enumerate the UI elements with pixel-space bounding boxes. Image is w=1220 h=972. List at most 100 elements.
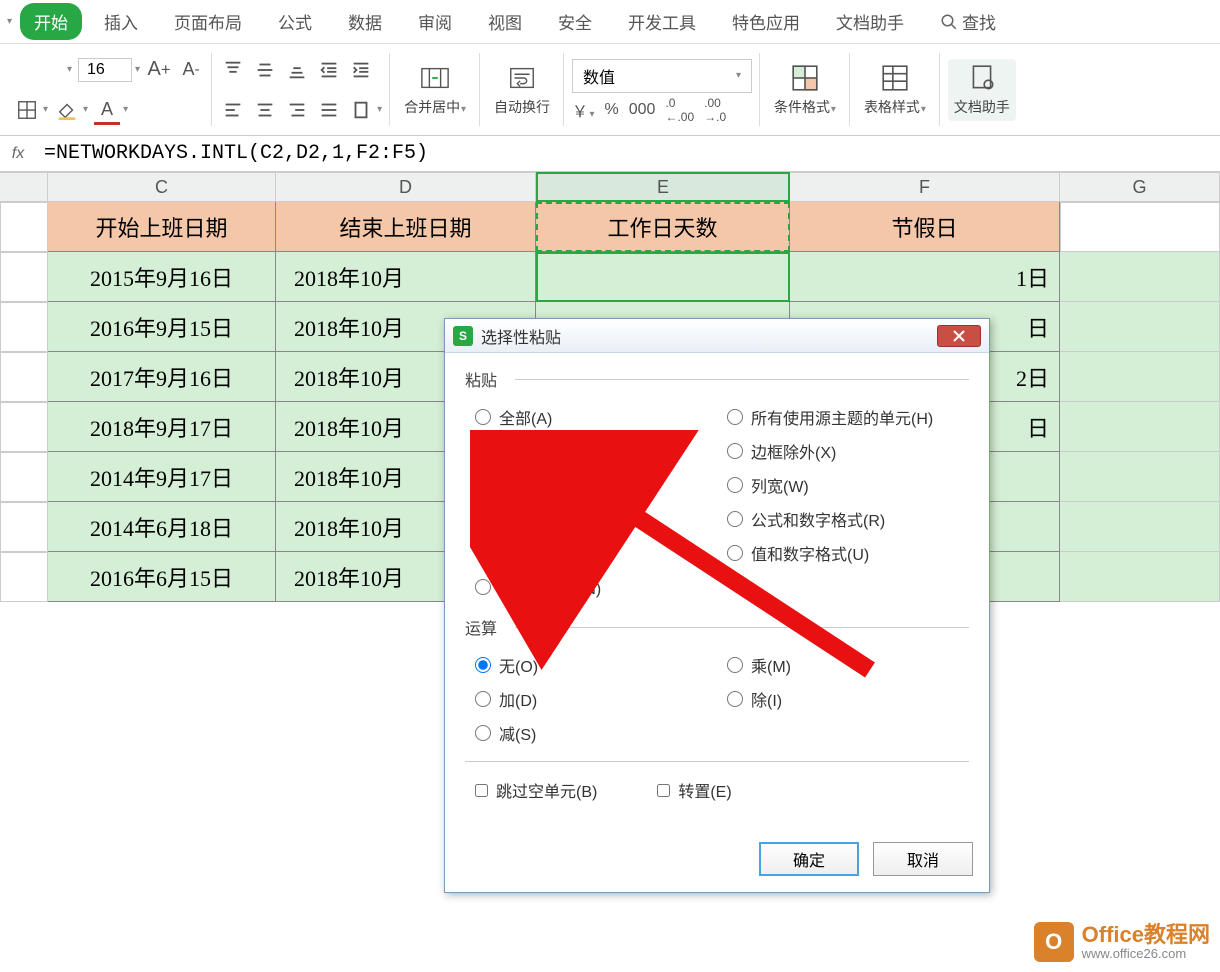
tab-data[interactable]: 数据 (334, 3, 396, 40)
radio-op-sub[interactable]: 减(S) (475, 721, 707, 745)
radio-formula-num[interactable]: 公式和数字格式(R) (727, 507, 959, 531)
header-c: 开始上班日期 (48, 202, 276, 252)
check-transpose[interactable]: 转置(E) (657, 778, 731, 802)
tab-dochelper[interactable]: 文档助手 (822, 3, 918, 40)
align-top-icon[interactable] (220, 57, 246, 83)
paste-group-label: 粘贴 (465, 367, 969, 391)
cell[interactable]: 2017年9月16日 (48, 352, 276, 402)
ok-button[interactable]: 确定 (759, 842, 859, 876)
tab-insert[interactable]: 插入 (90, 3, 152, 40)
radio-theme[interactable]: 所有使用源主题的单元(H) (727, 405, 959, 429)
cancel-button[interactable]: 取消 (873, 842, 973, 876)
fill-color-icon[interactable] (54, 97, 80, 123)
align-right-icon[interactable] (284, 97, 310, 123)
radio-op-mul[interactable]: 乘(M) (727, 653, 959, 677)
dialog-title: 选择性粘贴 (481, 324, 937, 348)
header-d: 结束上班日期 (276, 202, 536, 252)
paste-special-dialog: S 选择性粘贴 粘贴 全部(A) 所有使用源主题的单元(H) 公式(F) 边框除… (444, 318, 990, 893)
table-style-label: 表格样式 (864, 99, 920, 115)
formula-bar: fx (0, 136, 1220, 172)
check-skip-blanks[interactable]: 跳过空单元(B) (475, 778, 597, 802)
col-header-blank[interactable] (0, 172, 48, 202)
cond-format-button[interactable]: 条件格式 ▾ (768, 59, 842, 121)
font-color-icon[interactable]: A (94, 97, 120, 123)
watermark-line1: Office教程网 (1082, 923, 1210, 947)
cell[interactable] (536, 252, 790, 302)
number-format-value: 数值 (583, 64, 615, 88)
col-header-g[interactable]: G (1060, 172, 1220, 202)
dialog-app-icon: S (453, 326, 473, 346)
align-center-icon[interactable] (252, 97, 278, 123)
tab-start[interactable]: 开始 (20, 3, 82, 40)
currency-button[interactable]: ￥ ▾ (572, 98, 595, 122)
fx-icon[interactable]: fx (0, 145, 36, 163)
wrap-text-button[interactable]: 自动换行 (488, 59, 556, 121)
cell[interactable]: 2015年9月16日 (48, 252, 276, 302)
col-header-d[interactable]: D (276, 172, 536, 202)
radio-op-add[interactable]: 加(D) (475, 687, 707, 711)
radio-values[interactable]: 数值(V) (475, 473, 707, 497)
menu-chevron-icon[interactable]: ▾ (7, 16, 12, 27)
radio-validation[interactable]: 有效性验证(N) (475, 575, 707, 599)
col-header-f[interactable]: F (790, 172, 1060, 202)
tab-dev[interactable]: 开发工具 (614, 3, 710, 40)
cell[interactable]: 2016年6月15日 (48, 552, 276, 602)
number-format-select[interactable]: 数值▾ (572, 59, 752, 93)
decrease-font-icon[interactable]: A- (178, 57, 204, 83)
justify-icon[interactable] (316, 97, 342, 123)
doc-helper-label: 文档助手 (954, 97, 1010, 117)
radio-value-num[interactable]: 值和数字格式(U) (727, 541, 959, 565)
search-label: 查找 (962, 9, 996, 34)
indent-right-icon[interactable] (348, 57, 374, 83)
search-tab[interactable]: 查找 (926, 3, 1010, 40)
merge-label: 合并居中 (404, 99, 460, 115)
cond-format-label: 条件格式 (774, 99, 830, 115)
header-f: 节假日 (790, 202, 1060, 252)
cell[interactable]: 1日 (790, 252, 1060, 302)
dialog-close-button[interactable] (937, 325, 981, 347)
header-e: 工作日天数 (536, 202, 790, 252)
tab-layout[interactable]: 页面布局 (160, 3, 256, 40)
watermark: O Office教程网 www.office26.com (1034, 922, 1210, 962)
merge-center-button[interactable]: 合并居中 ▾ (398, 59, 472, 121)
col-header-c[interactable]: C (48, 172, 276, 202)
menu-tab-bar: ▾ 开始 插入 页面布局 公式 数据 审阅 视图 安全 开发工具 特色应用 文档… (0, 0, 1220, 44)
border-icon[interactable] (14, 97, 40, 123)
radio-all[interactable]: 全部(A) (475, 405, 707, 429)
tab-formula[interactable]: 公式 (264, 3, 326, 40)
cell[interactable]: 2014年9月17日 (48, 452, 276, 502)
table-style-button[interactable]: 表格样式 ▾ (858, 59, 932, 121)
increase-font-icon[interactable]: A+ (146, 57, 172, 83)
wrap-label: 自动换行 (494, 97, 550, 117)
cell[interactable]: 2018年10月 (276, 252, 536, 302)
doc-helper-button[interactable]: 文档助手 (948, 59, 1016, 121)
dec-increase-button[interactable]: .0←.00 (665, 96, 694, 124)
formula-input[interactable] (36, 138, 1220, 169)
font-size-input[interactable] (78, 58, 132, 82)
radio-comment[interactable]: 批注(C) (475, 541, 707, 565)
col-header-e[interactable]: E (536, 172, 790, 202)
watermark-icon: O (1034, 922, 1074, 962)
align-left-icon[interactable] (220, 97, 246, 123)
align-middle-icon[interactable] (252, 57, 278, 83)
align-bottom-icon[interactable] (284, 57, 310, 83)
tab-security[interactable]: 安全 (544, 3, 606, 40)
indent-left-icon[interactable] (316, 57, 342, 83)
radio-format[interactable]: 格式(T) (475, 507, 707, 531)
tab-review[interactable]: 审阅 (404, 3, 466, 40)
percent-button[interactable]: % (605, 101, 619, 119)
cell[interactable]: 2018年9月17日 (48, 402, 276, 452)
cell[interactable]: 2014年6月18日 (48, 502, 276, 552)
orientation-icon[interactable] (348, 97, 374, 123)
radio-colwidth[interactable]: 列宽(W) (727, 473, 959, 497)
radio-op-none[interactable]: 无(O) (475, 653, 707, 677)
tab-view[interactable]: 视图 (474, 3, 536, 40)
comma-button[interactable]: 000 (629, 101, 656, 119)
radio-op-div[interactable]: 除(I) (727, 687, 959, 711)
dec-decrease-button[interactable]: .00→.0 (704, 96, 726, 124)
cell[interactable]: 2016年9月15日 (48, 302, 276, 352)
tab-special[interactable]: 特色应用 (718, 3, 814, 40)
radio-noborder[interactable]: 边框除外(X) (727, 439, 959, 463)
radio-formula[interactable]: 公式(F) (475, 439, 707, 463)
op-group-label: 运算 (465, 615, 969, 639)
